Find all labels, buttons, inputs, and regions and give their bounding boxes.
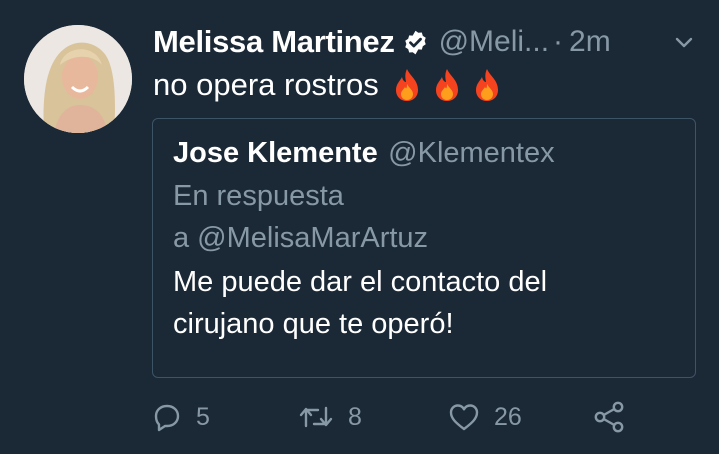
reply-count: 5 [196, 402, 210, 431]
tweet-text: no opera rostros [153, 64, 503, 106]
in-reply-to-line2[interactable]: a @MelisaMarArtuz [173, 217, 675, 259]
quoted-tweet-text: Me puede dar el contacto del cirujano qu… [173, 261, 675, 345]
tweet-card[interactable]: Melissa Martinez @Meli... · 2m no opera … [0, 0, 719, 454]
tweet-header: Melissa Martinez @Meli... · 2m [153, 20, 705, 64]
avatar[interactable] [24, 25, 132, 133]
quoted-tweet[interactable]: Jose Klemente @Klementex En respuesta a … [152, 118, 696, 378]
like-button[interactable]: 26 [448, 394, 522, 440]
tweet-text-content: no opera rostros [153, 67, 379, 102]
quoted-author-handle: @Klementex [388, 137, 555, 169]
fire-emoji-icon [431, 67, 463, 103]
heart-icon [449, 404, 479, 431]
author-handle[interactable]: @Meli... [439, 25, 549, 59]
reply-icon [154, 404, 180, 432]
fire-emoji-icon [391, 67, 423, 103]
tweet-timestamp[interactable]: 2m [569, 25, 611, 59]
share-icon [594, 401, 624, 433]
avatar-photo [24, 25, 132, 133]
quoted-tweet-header: Jose Klemente @Klementex [173, 133, 675, 173]
retweet-button[interactable]: 8 [298, 394, 362, 440]
in-reply-to-line1: En respuesta [173, 180, 344, 212]
quoted-text-line1: Me puede dar el contacto del [173, 266, 548, 298]
chevron-down-icon[interactable] [673, 31, 695, 53]
retweet-icon [299, 406, 333, 428]
fire-emoji-icon [471, 67, 503, 103]
quoted-text-line2: cirujano que te operó! [173, 308, 454, 340]
quoted-author-name: Jose Klemente [173, 137, 378, 169]
retweet-count: 8 [348, 402, 362, 431]
in-reply-to: En respuesta a @MelisaMarArtuz [173, 175, 675, 259]
share-button[interactable] [592, 394, 626, 440]
author-name[interactable]: Melissa Martinez [153, 24, 395, 60]
reply-button[interactable]: 5 [152, 394, 210, 440]
like-count: 26 [494, 402, 522, 431]
verified-badge-icon [402, 29, 429, 56]
separator-dot: · [553, 25, 564, 58]
tweet-actions: 5 8 26 [152, 394, 652, 440]
emoji-group [391, 67, 503, 103]
